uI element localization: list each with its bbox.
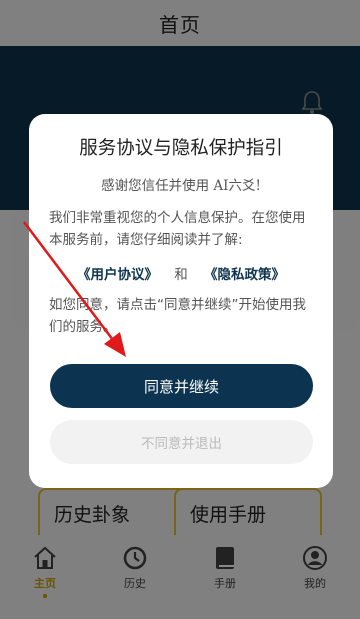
tab-history[interactable]: 历史 [100, 545, 170, 619]
user-agreement-link[interactable]: 《用户协议》 [77, 267, 158, 283]
feature-card-manual[interactable]: 使用手册 [174, 488, 322, 540]
consent-text: 如您同意，请点击“同意并继续”开始使用我们的服务。 [49, 297, 306, 335]
dialog-title: 服务协议与隐私保护指引 [79, 138, 283, 159]
home-icon [34, 546, 56, 569]
tab-home[interactable]: 主页 [10, 545, 80, 619]
feature-label: 使用手册 [190, 504, 267, 526]
profile-icon [303, 546, 327, 570]
tab-manual[interactable]: 手册 [190, 545, 260, 619]
bottom-tab-bar: 主页 历史 手册 我的 [0, 535, 360, 619]
tab-profile[interactable]: 我的 [280, 545, 350, 619]
agree-button[interactable]: 同意并继续 [50, 364, 313, 408]
privacy-dialog: 服务协议与隐私保护指引 感谢您信任并使用 AI六爻! 我们非常重视您的个人信息保… [29, 114, 333, 488]
bell-icon[interactable] [300, 90, 324, 116]
tab-label: 主页 [34, 577, 56, 590]
thanks-text: 感谢您信任并使用 AI六爻! [101, 178, 261, 194]
page-title: 首页 [159, 12, 201, 37]
feature-label: 历史卦象 [54, 504, 131, 526]
policy-links: 《用户协议》 和 《隐私政策》 [29, 263, 333, 283]
feature-card-history[interactable]: 历史卦象 [38, 488, 186, 540]
tab-label: 我的 [304, 577, 326, 590]
app-header: 首页 [0, 0, 360, 46]
intro-text: 我们非常重视您的个人信息保护。在您使用本服务前，请您仔细阅读并了解: [49, 210, 306, 248]
decline-button[interactable]: 不同意并退出 [50, 420, 313, 464]
privacy-policy-link[interactable]: 《隐私政策》 [204, 267, 285, 283]
and-text: 和 [174, 267, 188, 283]
tab-label: 手册 [214, 577, 236, 590]
book-icon [216, 547, 234, 569]
history-icon [123, 546, 147, 570]
tab-label: 历史 [124, 577, 146, 590]
active-indicator [43, 594, 47, 598]
